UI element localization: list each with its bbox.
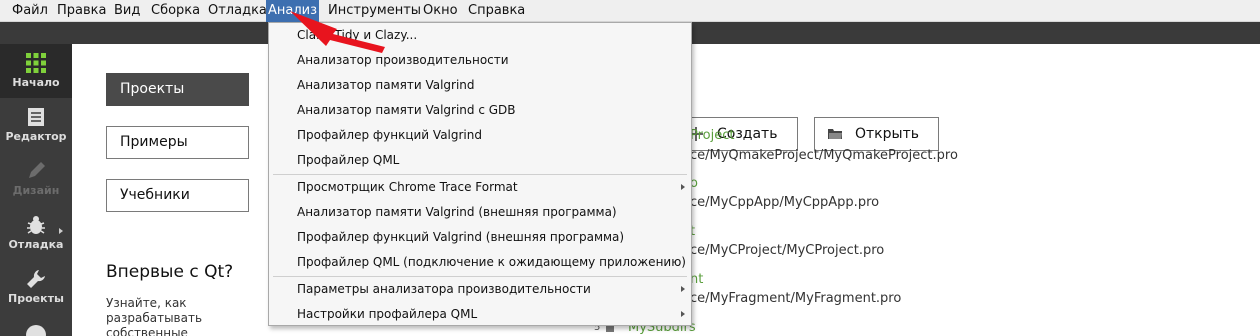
open-project-button[interactable]: Открыть [814, 117, 939, 151]
mode-welcome[interactable]: Начало [0, 44, 72, 98]
recent-project-name[interactable]: Project [690, 128, 734, 143]
menu-analyze[interactable]: Анализ [266, 0, 320, 22]
menu-window[interactable]: Окно [421, 0, 460, 22]
bug-icon [27, 216, 45, 234]
mode-label: Проекты [8, 292, 64, 305]
menu-item-perf-analyzer[interactable]: Анализатор производительности [297, 49, 509, 71]
recent-project-name[interactable]: nt [690, 272, 703, 287]
menu-item-qml-profiler-options[interactable]: Настройки профайлера QML [297, 303, 477, 325]
menu-item-valgrind-callgrind[interactable]: Профайлер функций Valgrind [297, 124, 482, 146]
tutorials-tab-button[interactable]: Учебники [106, 179, 249, 212]
recent-project-path: ce/MyFragment/MyFragment.pro [690, 291, 902, 306]
projects-tab-button[interactable]: Проекты [106, 73, 249, 106]
recent-project-path: ce/MyCProject/MyCProject.pro [690, 243, 885, 258]
analyze-menu: Clang-Tidy и Clazy... Анализатор произво… [268, 22, 692, 326]
menu-build[interactable]: Сборка [149, 0, 202, 22]
document-icon [28, 108, 44, 126]
mode-label: Дизайн [12, 184, 60, 197]
menu-item-valgrind-memcheck-gdb[interactable]: Анализатор памяти Valgrind с GDB [297, 99, 516, 121]
pen-icon [29, 162, 45, 178]
mode-label: Отладка [8, 238, 64, 251]
mode-label: Начало [12, 76, 60, 89]
new-to-qt-title: Впервые с Qt? [106, 262, 234, 282]
grid-icon [26, 53, 46, 73]
mode-bar: Начало Редактор Дизайн Отладка Проекты [0, 44, 72, 336]
menu-file[interactable]: Файл [10, 0, 50, 22]
mode-label: Редактор [5, 130, 67, 143]
help-icon[interactable] [26, 325, 46, 336]
recent-project-path: ce/MyCppApp/MyCppApp.pro [690, 195, 880, 210]
submenu-arrow-icon [681, 311, 685, 317]
mode-editor[interactable]: Редактор [0, 98, 72, 152]
menu-tools[interactable]: Инструменты [326, 0, 423, 22]
menu-view[interactable]: Вид [112, 0, 142, 22]
mode-debug[interactable]: Отладка [0, 206, 72, 260]
mode-design[interactable]: Дизайн [0, 152, 72, 206]
menu-separator [273, 174, 687, 175]
menu-item-perf-options[interactable]: Параметры анализатора производительности [297, 278, 591, 300]
menu-item-qml-profiler[interactable]: Профайлер QML [297, 149, 399, 171]
menu-item-valgrind-callgrind-external[interactable]: Профайлер функций Valgrind (внешняя прог… [297, 226, 624, 248]
mode-projects[interactable]: Проекты [0, 260, 72, 314]
menu-item-chrome-trace[interactable]: Просмотрщик Chrome Trace Format [297, 176, 518, 198]
menu-item-clang-tidy[interactable]: Clang-Tidy и Clazy... [297, 24, 417, 46]
menu-item-valgrind-memcheck-external[interactable]: Анализатор памяти Valgrind (внешняя прог… [297, 201, 617, 223]
submenu-arrow-icon [681, 286, 685, 292]
menu-item-qml-profiler-attach[interactable]: Профайлер QML (подключение к ожидающему … [297, 251, 686, 273]
examples-tab-button[interactable]: Примеры [106, 126, 249, 159]
menubar: Файл Правка Вид Сборка Отладка Анализ Ин… [0, 0, 1260, 22]
menu-debug[interactable]: Отладка [206, 0, 269, 22]
open-label: Открыть [855, 126, 919, 142]
menu-help[interactable]: Справка [466, 0, 527, 22]
submenu-arrow-icon [681, 184, 685, 190]
submenu-arrow-icon [59, 228, 63, 234]
folder-icon [828, 129, 842, 139]
recent-project-path: ce/MyQmakeProject/MyQmakeProject.pro [690, 148, 958, 163]
menu-separator [273, 276, 687, 277]
wrench-icon [27, 270, 45, 288]
menu-item-valgrind-memcheck[interactable]: Анализатор памяти Valgrind [297, 74, 475, 96]
new-to-qt-text: Узнайте, как разрабатывать собственные [106, 296, 203, 336]
menu-edit[interactable]: Правка [55, 0, 108, 22]
